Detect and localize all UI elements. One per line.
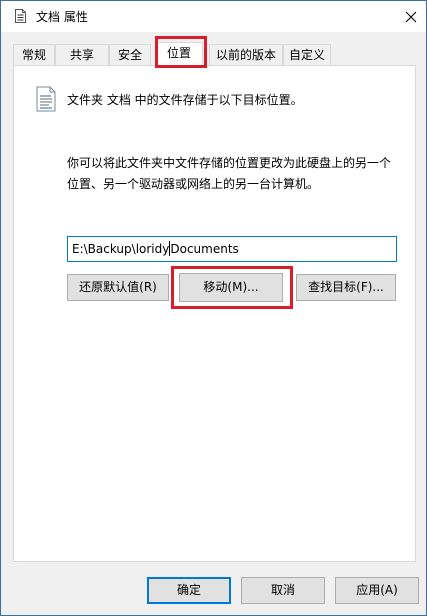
tab-customize[interactable]: 自定义: [283, 44, 331, 66]
properties-dialog: 文档 属性 常规 共享 安全 位置 以前的版本 自定义 文件夹 文档 中的文件存…: [0, 0, 427, 616]
tab-general[interactable]: 常规: [13, 44, 55, 66]
window-title: 文档 属性: [36, 10, 88, 24]
apply-button[interactable]: 应用(A): [335, 577, 419, 604]
path-before-caret: E:\Backup\loridy: [72, 242, 170, 256]
move-button[interactable]: 移动(M)...: [179, 273, 283, 302]
tab-location[interactable]: 位置: [155, 42, 203, 67]
title-bar: 文档 属性: [1, 1, 426, 32]
ok-button[interactable]: 确定: [147, 577, 231, 604]
document-icon: [15, 9, 26, 23]
cancel-button[interactable]: 取消: [241, 577, 325, 604]
tab-security[interactable]: 安全: [109, 44, 151, 66]
find-target-button[interactable]: 查找目标(F)...: [296, 274, 396, 301]
location-panel: [13, 65, 416, 562]
tab-sharing[interactable]: 共享: [55, 44, 109, 66]
description-line-1: 你可以将此文件夹中文件存储的位置更改为此硬盘上的另一个: [67, 156, 392, 170]
location-intro: 文件夹 文档 中的文件存储于以下目标位置。: [67, 93, 303, 107]
tab-strip: 常规 共享 安全 位置 以前的版本 自定义: [13, 42, 415, 67]
folder-location-icon: [36, 86, 56, 112]
close-button[interactable]: [396, 1, 426, 32]
close-icon: [405, 11, 417, 22]
location-path-input[interactable]: E:\Backup\loridyDocuments: [67, 236, 397, 262]
description-line-2: 位置、另一个驱动器或网络上的另一台计算机。: [67, 177, 320, 191]
restore-default-button[interactable]: 还原默认值(R): [67, 274, 169, 301]
path-after-caret: Documents: [170, 242, 239, 256]
tab-previous-versions[interactable]: 以前的版本: [209, 44, 283, 66]
